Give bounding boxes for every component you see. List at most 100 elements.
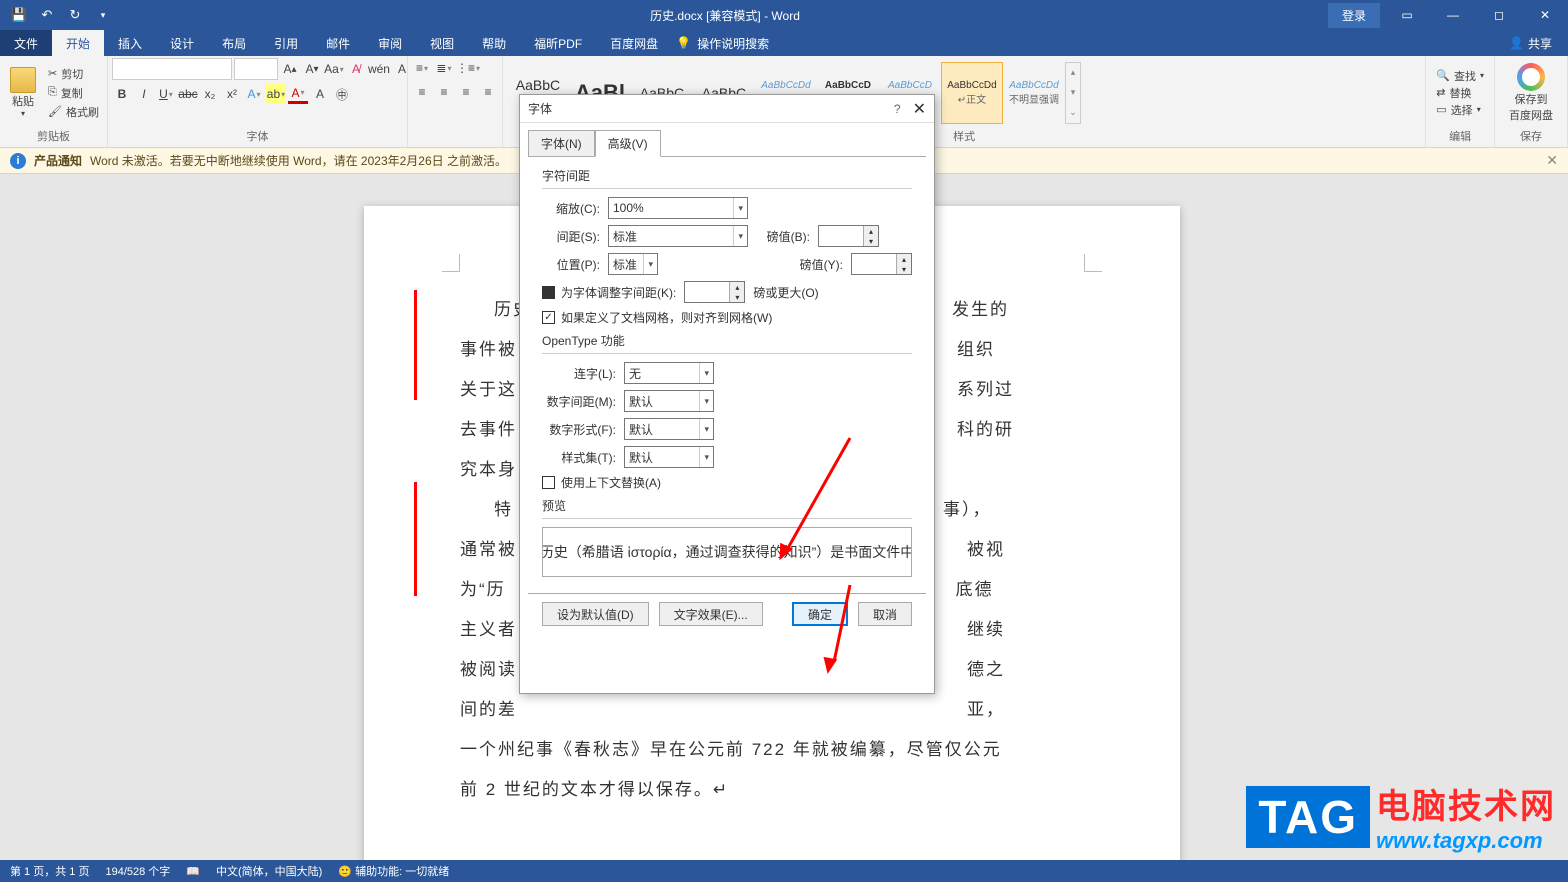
kerning-checkbox[interactable]: 为字体调整字间距(K): [542, 284, 676, 301]
position-combo[interactable]: 标准▾ [608, 253, 658, 275]
set-default-button[interactable]: 设为默认值(D) [542, 602, 649, 626]
arrow-head-icon [821, 657, 838, 675]
group-font: A▴ A▾ Aa A̸ wén A B I U abc x₂ x² A ab A… [108, 56, 408, 147]
styles-scroll[interactable]: ▴▾⌄ [1065, 62, 1081, 124]
tab-review[interactable]: 审阅 [364, 30, 416, 56]
kerning-spinner[interactable]: ▴▾ [684, 281, 745, 303]
styleset-combo[interactable]: 默认▾ [624, 446, 714, 468]
snap-grid-checkbox[interactable]: 如果定义了文档网格，则对齐到网格(W) [542, 309, 772, 326]
font-size-select[interactable] [234, 58, 278, 80]
phonetic-guide-icon[interactable]: wén [368, 59, 390, 79]
ligatures-combo[interactable]: 无▾ [624, 362, 714, 384]
numform-combo[interactable]: 默认▾ [624, 418, 714, 440]
tab-insert[interactable]: 插入 [104, 30, 156, 56]
font-color-icon[interactable]: A [288, 84, 308, 104]
change-case-icon[interactable]: Aa [324, 59, 344, 79]
revision-mark-icon [414, 290, 417, 400]
tab-foxit[interactable]: 福昕PDF [520, 30, 596, 56]
align-left-icon[interactable]: ≡ [412, 82, 432, 102]
minimize-icon[interactable]: — [1430, 0, 1476, 30]
superscript-icon[interactable]: x² [222, 84, 242, 104]
tab-home[interactable]: 开始 [52, 30, 104, 56]
replace-button[interactable]: ⇄替换 [1436, 85, 1484, 101]
redo-icon[interactable]: ↻ [62, 2, 88, 28]
notification-close-button[interactable]: ✕ [1546, 152, 1558, 169]
multilevel-icon[interactable]: ⋮≡ [456, 58, 480, 78]
login-button[interactable]: 登录 [1328, 3, 1380, 28]
strikethrough-icon[interactable]: abc [178, 84, 198, 104]
ribbon-tabs: 文件 开始 插入 设计 布局 引用 邮件 审阅 视图 帮助 福昕PDF 百度网盘… [0, 30, 1568, 56]
dialog-close-button[interactable]: ✕ [913, 99, 926, 119]
position-points-spinner[interactable]: ▴▾ [851, 253, 912, 275]
spacing-points-spinner[interactable]: ▴▾ [818, 225, 879, 247]
tab-design[interactable]: 设计 [156, 30, 208, 56]
accessibility-indicator[interactable]: 🙂 辅助功能: 一切就绪 [338, 863, 449, 879]
justify-icon[interactable]: ≡ [478, 82, 498, 102]
contextual-checkbox[interactable]: 使用上下文替换(A) [542, 474, 661, 491]
tab-mailings[interactable]: 邮件 [312, 30, 364, 56]
char-shading-icon[interactable]: A [310, 84, 330, 104]
italic-icon[interactable]: I [134, 84, 154, 104]
font-dialog: 字体 ? ✕ 字体(N) 高级(V) 字符间距 缩放(C): 100%▾ 间距(… [519, 94, 935, 694]
lightbulb-icon: 💡 [676, 36, 691, 50]
clear-format-icon[interactable]: A̸ [346, 59, 366, 79]
window-title: 历史.docx [兼容模式] - Word [122, 7, 1328, 24]
text-effects-button[interactable]: 文字效果(E)... [659, 602, 763, 626]
find-button[interactable]: 🔍查找▾ [1436, 68, 1484, 84]
word-count[interactable]: 194/528 个字 [105, 863, 170, 879]
cut-button[interactable]: ✂剪切 [44, 65, 103, 83]
align-right-icon[interactable]: ≡ [456, 82, 476, 102]
numspacing-combo[interactable]: 默认▾ [624, 390, 714, 412]
tab-help[interactable]: 帮助 [468, 30, 520, 56]
spellcheck-icon[interactable]: 📖 [186, 865, 200, 878]
paste-button[interactable]: 粘贴 ▾ [4, 65, 42, 120]
grow-font-icon[interactable]: A▴ [280, 59, 300, 79]
tab-view[interactable]: 视图 [416, 30, 468, 56]
tab-file[interactable]: 文件 [0, 30, 52, 56]
save-icon[interactable]: 💾 [6, 2, 32, 28]
enclose-char-icon[interactable]: ㊥ [332, 84, 352, 104]
annotation-arrow-icon [770, 430, 860, 560]
tab-references[interactable]: 引用 [260, 30, 312, 56]
bold-icon[interactable]: B [112, 84, 132, 104]
page-indicator[interactable]: 第 1 页，共 1 页 [10, 863, 89, 879]
qat-customize-icon[interactable]: ▾ [90, 2, 116, 28]
tab-advanced-v[interactable]: 高级(V) [595, 130, 661, 157]
tab-layout[interactable]: 布局 [208, 30, 260, 56]
subscript-icon[interactable]: x₂ [200, 84, 220, 104]
scale-combo[interactable]: 100%▾ [608, 197, 748, 219]
underline-icon[interactable]: U [156, 84, 176, 104]
group-clipboard: 粘贴 ▾ ✂剪切 ⎘复制 🖌格式刷 剪贴板 [0, 56, 108, 147]
style-item[interactable]: AaBbCcDd不明显强调 [1003, 62, 1065, 124]
numbering-icon[interactable]: ≣ [434, 58, 454, 78]
ribbon-options-icon[interactable]: ▭ [1384, 0, 1430, 30]
format-painter-button[interactable]: 🖌格式刷 [44, 103, 103, 121]
copy-button[interactable]: ⎘复制 [44, 84, 103, 102]
tab-baidu[interactable]: 百度网盘 [596, 30, 672, 56]
font-family-select[interactable] [112, 58, 232, 80]
help-icon[interactable]: ? [894, 102, 901, 116]
style-item-selected[interactable]: AaBbCcDd↵正文 [941, 62, 1003, 124]
text-effects-icon[interactable]: A [244, 84, 264, 104]
maximize-icon[interactable]: ◻ [1476, 0, 1522, 30]
undo-icon[interactable]: ↶ [34, 2, 60, 28]
tell-me-search[interactable]: 💡 操作说明搜索 [676, 30, 769, 56]
align-center-icon[interactable]: ≡ [434, 82, 454, 102]
group-editing: 🔍查找▾ ⇄替换 ▭选择▾ 编辑 [1426, 56, 1495, 147]
spacing-combo[interactable]: 标准▾ [608, 225, 748, 247]
highlight-icon[interactable]: ab [266, 84, 286, 104]
language-indicator[interactable]: 中文(简体，中国大陆) [216, 863, 322, 879]
baidu-save-button[interactable]: 保存到 百度网盘 [1499, 59, 1563, 127]
select-button[interactable]: ▭选择▾ [1436, 102, 1484, 118]
search-icon: 🔍 [1436, 69, 1450, 82]
shrink-font-icon[interactable]: A▾ [302, 59, 322, 79]
dialog-titlebar[interactable]: 字体 ? ✕ [520, 95, 934, 123]
bullets-icon[interactable]: ≡ [412, 58, 432, 78]
cancel-button[interactable]: 取消 [858, 602, 912, 626]
copy-icon: ⎘ [48, 86, 57, 99]
share-button[interactable]: 👤 共享 [1493, 30, 1568, 56]
tab-font-n[interactable]: 字体(N) [528, 130, 595, 157]
quick-access-toolbar: 💾 ↶ ↻ ▾ [0, 2, 122, 28]
close-icon[interactable]: ✕ [1522, 0, 1568, 30]
status-bar: 第 1 页，共 1 页 194/528 个字 📖 中文(简体，中国大陆) 🙂 辅… [0, 860, 1568, 882]
